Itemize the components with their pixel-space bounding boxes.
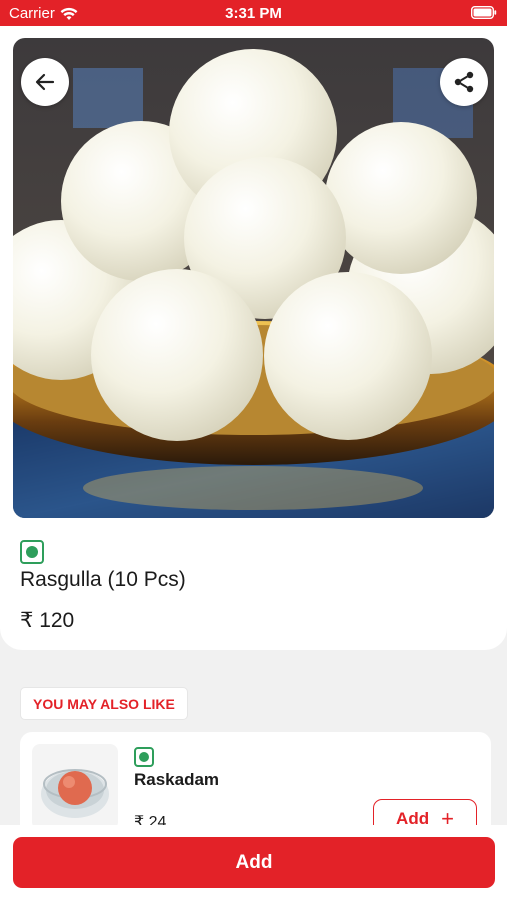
wifi-icon xyxy=(60,7,78,20)
carrier-label: Carrier xyxy=(9,5,55,22)
add-to-cart-button[interactable]: Add xyxy=(13,837,495,888)
product-image xyxy=(13,38,494,518)
share-button[interactable] xyxy=(440,58,488,106)
section-title: YOU MAY ALSO LIKE xyxy=(33,695,175,712)
carrier-group: Carrier xyxy=(9,5,78,22)
back-arrow-icon xyxy=(35,73,55,91)
status-bar: Carrier 3:31 PM xyxy=(0,0,507,26)
battery-icon xyxy=(470,5,497,23)
bottom-bar: Add xyxy=(0,825,507,900)
veg-indicator-icon xyxy=(20,540,44,564)
veg-dot xyxy=(139,752,149,762)
section-title-chip: YOU MAY ALSO LIKE xyxy=(20,687,188,720)
veg-indicator-icon xyxy=(134,747,154,767)
product-price: ₹ 120 xyxy=(20,609,75,632)
back-button[interactable] xyxy=(21,58,69,106)
product-card: Rasgulla (10 Pcs) ₹ 120 xyxy=(0,26,507,650)
product-name: Rasgulla (10 Pcs) xyxy=(20,568,186,591)
recommendation-name: Raskadam xyxy=(134,770,220,789)
share-icon xyxy=(454,71,474,93)
veg-dot xyxy=(26,546,38,558)
recommendation-image xyxy=(32,744,118,830)
